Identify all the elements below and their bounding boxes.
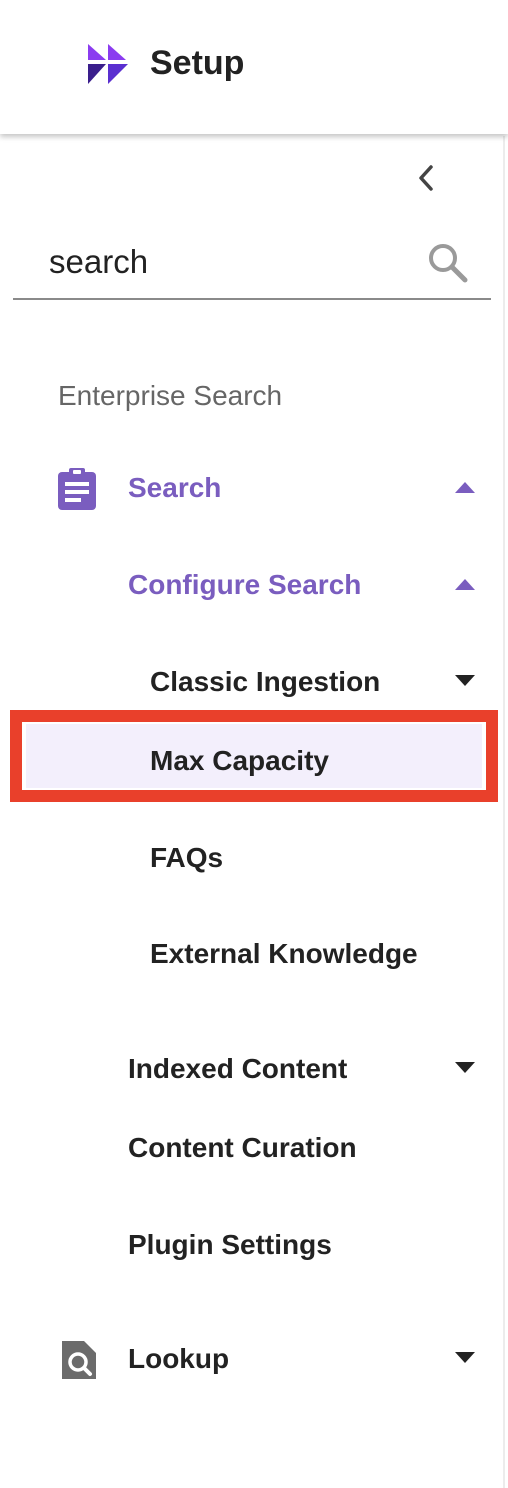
nav-item-label: Classic Ingestion [150,666,381,697]
header: Setup [0,0,508,134]
nav-item-lookup[interactable]: Lookup [0,1329,508,1389]
search-field [13,232,491,300]
nav-item-max-capacity[interactable]: Max Capacity [0,731,508,791]
nav-item-plugin-settings[interactable]: Plugin Settings [0,1215,508,1275]
nav-item-configure-search[interactable]: Configure Search [0,555,508,615]
nav-item-label: Indexed Content [128,1053,348,1084]
document-search-icon [62,1341,96,1379]
caret-down-icon[interactable] [454,1351,476,1365]
nav-item-search[interactable]: Search [0,458,508,518]
caret-down-icon[interactable] [454,674,476,688]
nav-item-label: Max Capacity [150,745,329,776]
section-label: Enterprise Search [58,380,283,411]
nav-item-label: FAQs [150,842,224,873]
clipboard-icon [58,468,96,510]
collapse-sidebar-button[interactable] [408,160,444,196]
page-title: Setup [150,44,245,82]
sidebar-border [503,136,505,1488]
caret-up-icon[interactable] [454,577,476,591]
chevron-left-icon [419,165,433,191]
nav-item-label: Content Curation [128,1132,357,1163]
setup-logo-icon [88,44,128,84]
nav-item-label: Plugin Settings [128,1229,332,1260]
nav-item-label: Search [128,472,222,503]
nav-item-indexed-content[interactable]: Indexed Content [0,1039,508,1099]
search-input[interactable] [49,240,409,284]
nav-item-external-knowledge[interactable]: External Knowledge [0,924,508,984]
nav-item-faqs[interactable]: FAQs [0,828,508,888]
caret-down-icon[interactable] [454,1061,476,1075]
nav-item-content-curation[interactable]: Content Curation [0,1118,508,1178]
nav-item-label: Configure Search [128,569,362,600]
nav-item-label: External Knowledge [150,938,418,969]
caret-up-icon[interactable] [454,480,476,494]
search-icon[interactable] [425,240,469,284]
nav-item-label: Lookup [128,1343,230,1374]
nav-item-classic-ingestion[interactable]: Classic Ingestion [0,652,508,712]
